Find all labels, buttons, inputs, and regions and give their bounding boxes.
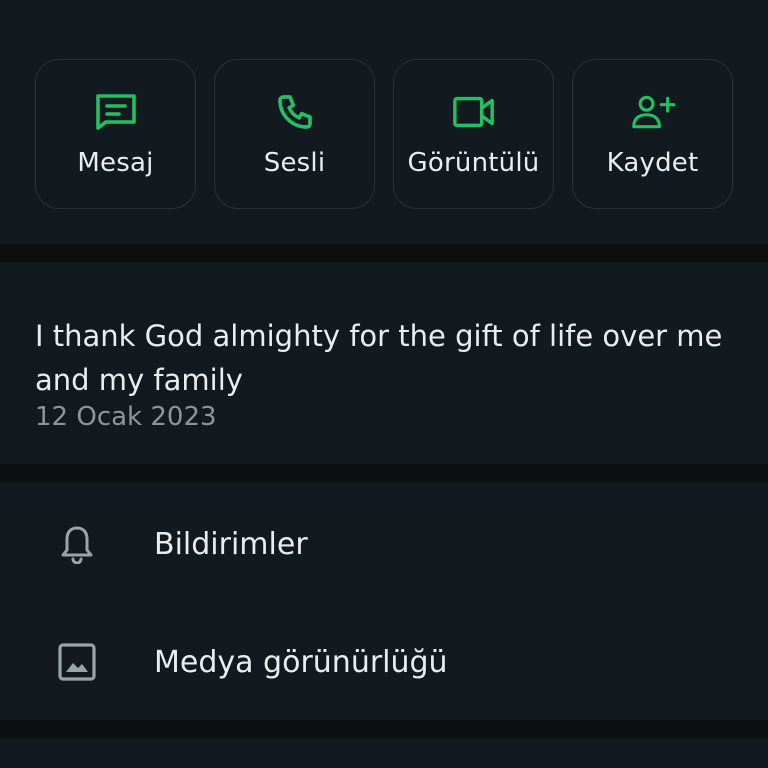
save-contact-label: Kaydet	[606, 148, 699, 178]
video-icon	[452, 90, 496, 134]
actions-row: Mesaj Sesli Görüntülü Kaydet	[35, 59, 733, 209]
save-contact-button[interactable]: Kaydet	[572, 59, 733, 209]
add-contact-icon	[631, 90, 675, 134]
voice-call-button[interactable]: Sesli	[214, 59, 375, 209]
notifications-label: Bildirimler	[154, 526, 308, 562]
message-label: Mesaj	[77, 148, 154, 178]
video-call-label: Görüntülü	[407, 148, 540, 178]
about-date: 12 Ocak 2023	[35, 402, 217, 432]
video-call-button[interactable]: Görüntülü	[393, 59, 554, 209]
phone-icon	[273, 90, 317, 134]
message-button[interactable]: Mesaj	[35, 59, 196, 209]
media-visibility-label: Medya görünürlüğü	[154, 644, 448, 680]
media-visibility-item[interactable]: Medya görünürlüğü	[0, 612, 768, 712]
bell-icon	[55, 522, 99, 566]
next-section	[0, 738, 768, 768]
voice-call-label: Sesli	[263, 148, 326, 178]
image-icon	[55, 640, 99, 684]
notifications-item[interactable]: Bildirimler	[0, 494, 768, 594]
message-icon	[94, 90, 138, 134]
about-text: I thank God almighty for the gift of lif…	[35, 319, 723, 397]
